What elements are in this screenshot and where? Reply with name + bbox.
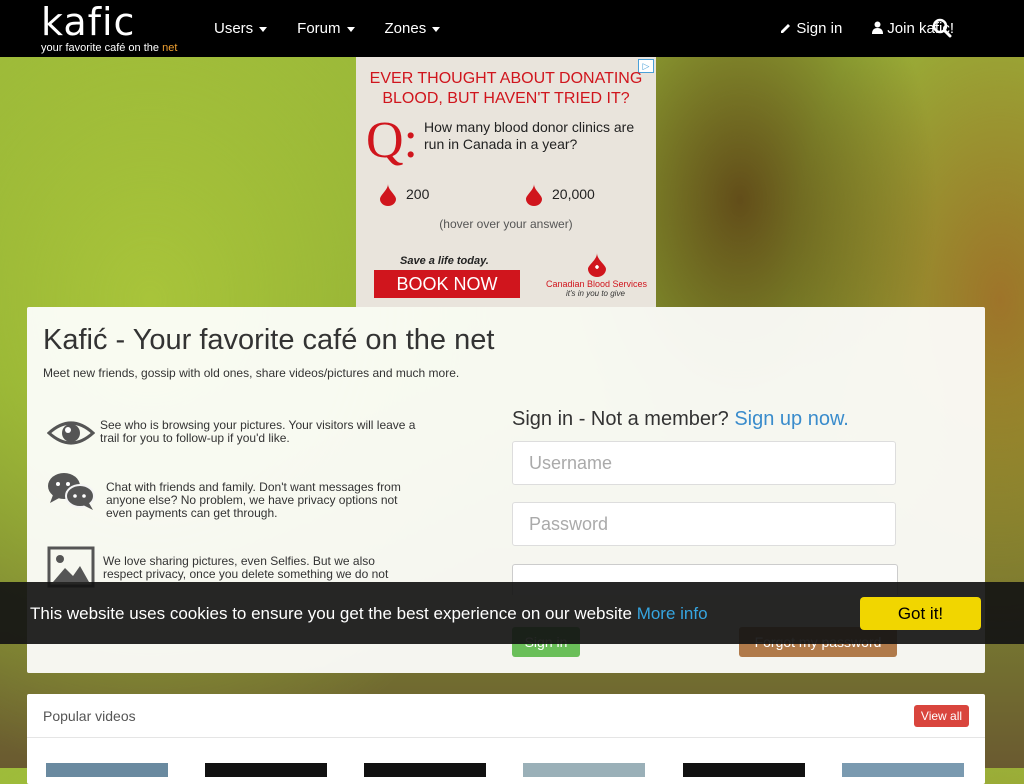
video-thumbnail[interactable]: [205, 763, 327, 777]
navbar: kafic your favorite café on the net User…: [0, 0, 1024, 57]
cookie-banner: This website uses cookies to ensure you …: [0, 582, 1024, 644]
chat-icon: [48, 473, 95, 510]
cookie-more-info-link[interactable]: More info: [637, 604, 708, 623]
feature-chat-text: Chat with friends and family. Don't want…: [106, 480, 401, 520]
sign-in-link[interactable]: Sign in: [780, 0, 842, 57]
video-thumbnail[interactable]: [842, 763, 964, 777]
feature-pictures-text: We love sharing pictures, even Selfies. …: [103, 555, 389, 581]
sign-up-link[interactable]: Sign up now.: [734, 408, 849, 430]
ad-answer-b[interactable]: 20,000: [526, 179, 595, 209]
signin-heading-prefix: Sign in - Not a member?: [512, 408, 735, 430]
pencil-icon: [781, 24, 791, 33]
search-button[interactable]: [932, 18, 952, 38]
ad-q-mark: Q:: [366, 112, 418, 169]
popular-videos-title: Popular videos: [43, 708, 136, 724]
nav-menu: Users Forum Zones: [214, 0, 470, 57]
sign-in-label: Sign in: [796, 20, 843, 37]
password-input[interactable]: [512, 502, 896, 546]
cookie-message: This website uses cookies to ensure you …: [30, 604, 708, 624]
feature-visitors-text: See who is browsing your pictures. Your …: [100, 418, 416, 445]
blood-drop-icon: [526, 184, 542, 207]
ad-save-text: Save a life today.: [400, 255, 489, 267]
ad-question: How many blood donor clinics are run in …: [424, 119, 635, 152]
ad-book-now-button[interactable]: BOOK NOW: [374, 270, 520, 298]
nav-users-dropdown[interactable]: Users: [214, 0, 268, 57]
popular-videos-panel: Popular videos View all: [27, 694, 985, 784]
logo-tagline-accent: net: [162, 42, 178, 54]
ad-org-name: Canadian Blood Services: [546, 279, 648, 289]
search-icon: [932, 18, 952, 38]
signin-heading: Sign in - Not a member? Sign up now.: [512, 408, 849, 431]
nav-zones-dropdown[interactable]: Zones: [385, 0, 441, 57]
ad-headline: EVER THOUGHT ABOUT DONATING BLOOD, BUT H…: [356, 69, 656, 109]
nav-forum-dropdown[interactable]: Forum: [297, 0, 355, 57]
divider: [27, 737, 985, 738]
video-thumbnail[interactable]: [46, 763, 168, 777]
blood-drop-icon: [380, 184, 396, 207]
logo[interactable]: kafic your favorite café on the net: [41, 0, 177, 54]
ad-headline-line-2: BLOOD, BUT HAVEN'T TRIED IT?: [382, 90, 630, 107]
cookie-message-text: This website uses cookies to ensure you …: [30, 604, 637, 623]
view-all-button[interactable]: View all: [914, 705, 969, 727]
video-thumbnail[interactable]: [364, 763, 486, 777]
video-thumbnail[interactable]: [683, 763, 805, 777]
user-icon: [872, 21, 884, 34]
caret-down-icon: [432, 26, 441, 32]
ad-answer-a-label: 200: [406, 186, 430, 202]
logo-tagline-prefix: your favorite café on the: [41, 42, 163, 54]
eye-icon: [47, 421, 95, 445]
cookie-accept-button[interactable]: Got it!: [860, 597, 981, 630]
page-title: Kafić - Your favorite café on the net: [43, 324, 495, 356]
blood-services-logo-icon: [588, 253, 606, 277]
logo-word: kafic: [41, 0, 136, 44]
nav-right: Sign in Join kafic!: [750, 0, 954, 57]
page-subtitle: Meet new friends, gossip with old ones, …: [43, 366, 460, 380]
advertisement[interactable]: ▷ EVER THOUGHT ABOUT DONATING BLOOD, BUT…: [356, 57, 656, 307]
ad-hint: (hover over your answer): [439, 217, 573, 231]
caret-down-icon: [346, 26, 355, 32]
ad-answer-b-label: 20,000: [552, 186, 595, 202]
logo-tagline: your favorite café on the net: [41, 42, 177, 54]
nav-zones-label: Zones: [384, 20, 427, 37]
video-thumbnail[interactable]: [523, 763, 645, 777]
username-input[interactable]: [512, 441, 896, 485]
ad-headline-line-1: EVER THOUGHT ABOUT DONATING: [369, 70, 643, 87]
caret-down-icon: [259, 26, 268, 32]
ad-org-tagline: it's in you to give: [566, 289, 625, 298]
nav-users-label: Users: [214, 20, 254, 37]
nav-forum-label: Forum: [297, 20, 341, 37]
ad-answer-a[interactable]: 200: [380, 179, 429, 209]
